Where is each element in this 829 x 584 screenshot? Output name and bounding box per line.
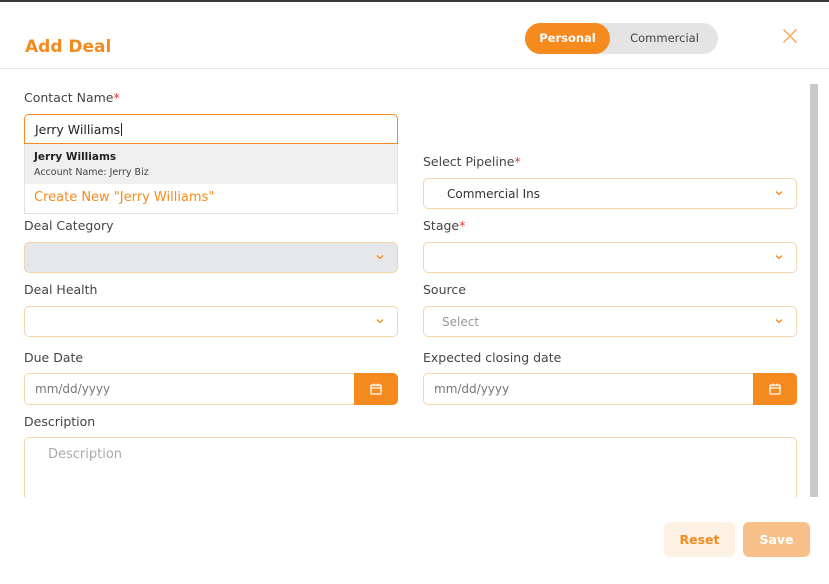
closing-date-label: Expected closing date bbox=[423, 350, 562, 365]
toggle-personal[interactable]: Personal bbox=[525, 23, 610, 54]
stage-label: Stage* bbox=[423, 218, 466, 233]
scrollbar-thumb[interactable] bbox=[810, 84, 818, 497]
reset-button[interactable]: Reset bbox=[664, 522, 735, 557]
chevron-down-icon bbox=[775, 255, 783, 260]
deal-category-label: Deal Category bbox=[24, 218, 114, 233]
chevron-down-icon bbox=[775, 191, 783, 196]
chevron-down-icon bbox=[775, 319, 783, 324]
chevron-down-icon bbox=[376, 319, 384, 324]
deal-category-select[interactable] bbox=[24, 242, 398, 273]
deal-type-toggle: Personal Commercial bbox=[525, 23, 718, 54]
source-label: Source bbox=[423, 282, 466, 297]
suggestion-item[interactable]: Jerry Williams Account Name: Jerry Biz bbox=[25, 144, 397, 184]
source-select[interactable]: Select bbox=[423, 306, 797, 337]
create-new-contact-link[interactable]: Create New "Jerry Williams" bbox=[34, 190, 214, 205]
toggle-commercial[interactable]: Commercial bbox=[613, 23, 716, 54]
chevron-down-icon bbox=[376, 255, 384, 260]
calendar-icon bbox=[769, 383, 781, 395]
closing-date-input[interactable]: mm/dd/yyyy bbox=[423, 373, 797, 405]
closing-date-calendar-button[interactable] bbox=[753, 373, 797, 405]
pipeline-label: Select Pipeline* bbox=[423, 154, 521, 169]
deal-health-select[interactable] bbox=[24, 306, 398, 337]
description-label: Description bbox=[24, 414, 96, 429]
contact-suggestions-dropdown: Jerry Williams Account Name: Jerry Biz C… bbox=[24, 144, 398, 214]
due-date-calendar-button[interactable] bbox=[354, 373, 398, 405]
add-deal-modal: Add Deal Personal Commercial Contact Nam… bbox=[0, 0, 829, 584]
description-textarea[interactable]: Description bbox=[24, 437, 797, 497]
due-date-label: Due Date bbox=[24, 350, 84, 365]
suggestion-name: Jerry Williams bbox=[34, 151, 117, 163]
suggestion-account: Account Name: Jerry Biz bbox=[34, 167, 149, 178]
pipeline-select[interactable]: Commercial Ins bbox=[423, 178, 797, 209]
save-button[interactable]: Save bbox=[743, 522, 810, 557]
close-icon[interactable] bbox=[780, 26, 800, 46]
deal-health-label: Deal Health bbox=[24, 282, 98, 297]
contact-name-label: Contact Name* bbox=[24, 90, 120, 105]
stage-select[interactable] bbox=[423, 242, 797, 273]
calendar-icon bbox=[370, 383, 382, 395]
contact-name-input[interactable]: Jerry Williams bbox=[24, 114, 398, 144]
modal-title: Add Deal bbox=[25, 37, 112, 57]
due-date-input[interactable]: mm/dd/yyyy bbox=[24, 373, 398, 405]
text-caret bbox=[121, 123, 123, 136]
header-divider bbox=[0, 68, 829, 69]
